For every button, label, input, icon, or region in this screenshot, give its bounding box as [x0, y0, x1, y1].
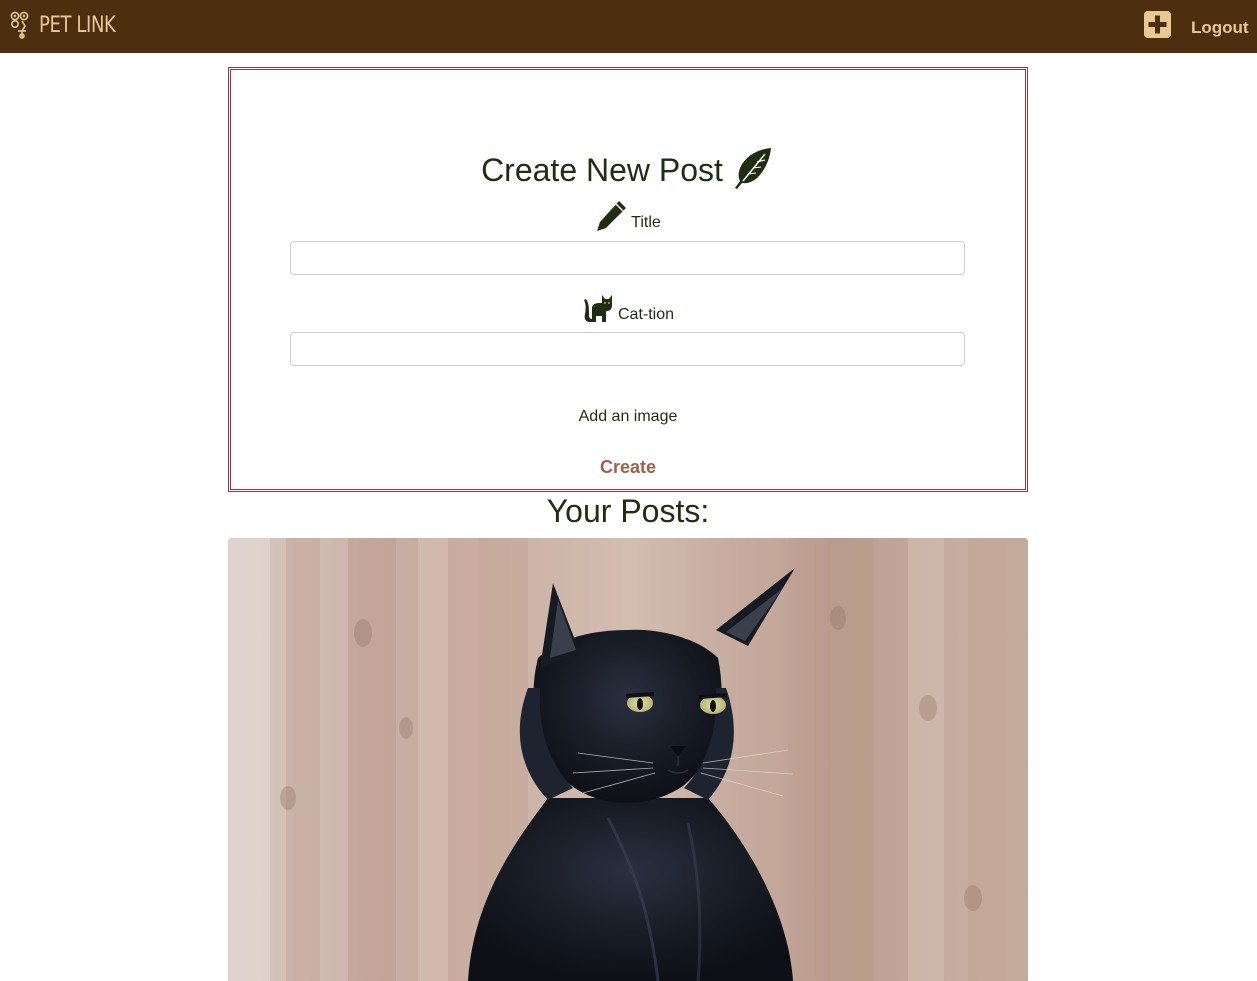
- black-cat-photo: [228, 538, 1028, 981]
- post-image[interactable]: [228, 538, 1028, 981]
- create-button[interactable]: Create: [578, 455, 678, 479]
- title-label-text: Title: [631, 214, 661, 231]
- brand-home-link[interactable]: PET LINK: [9, 10, 132, 40]
- pet-link-logo-icon: [10, 11, 29, 39]
- navbar: PET LINK Logout: [0, 0, 1257, 53]
- create-post-heading-text: Create New Post: [481, 152, 723, 188]
- title-input[interactable]: [290, 241, 965, 275]
- pencil-icon: [597, 201, 627, 231]
- caption-label: Cat-tion: [231, 292, 1025, 324]
- logout-link[interactable]: Logout: [1191, 18, 1249, 38]
- caption-label-text: Cat-tion: [617, 306, 675, 323]
- your-posts-heading: Your Posts:: [546, 493, 710, 529]
- create-post-heading: Create New Post: [231, 146, 1025, 189]
- caption-input[interactable]: [290, 332, 965, 366]
- brand-name: PET LINK: [39, 12, 116, 38]
- add-post-button[interactable]: [1144, 11, 1171, 38]
- create-post-card: Create New Post Title Cat-tion Add an im…: [228, 67, 1028, 492]
- title-label: Title: [231, 200, 1025, 232]
- feather-icon: [734, 148, 771, 189]
- cat-icon: [583, 295, 612, 322]
- plus-square-icon: [1144, 11, 1171, 38]
- add-image-link[interactable]: Add an image: [231, 408, 1025, 426]
